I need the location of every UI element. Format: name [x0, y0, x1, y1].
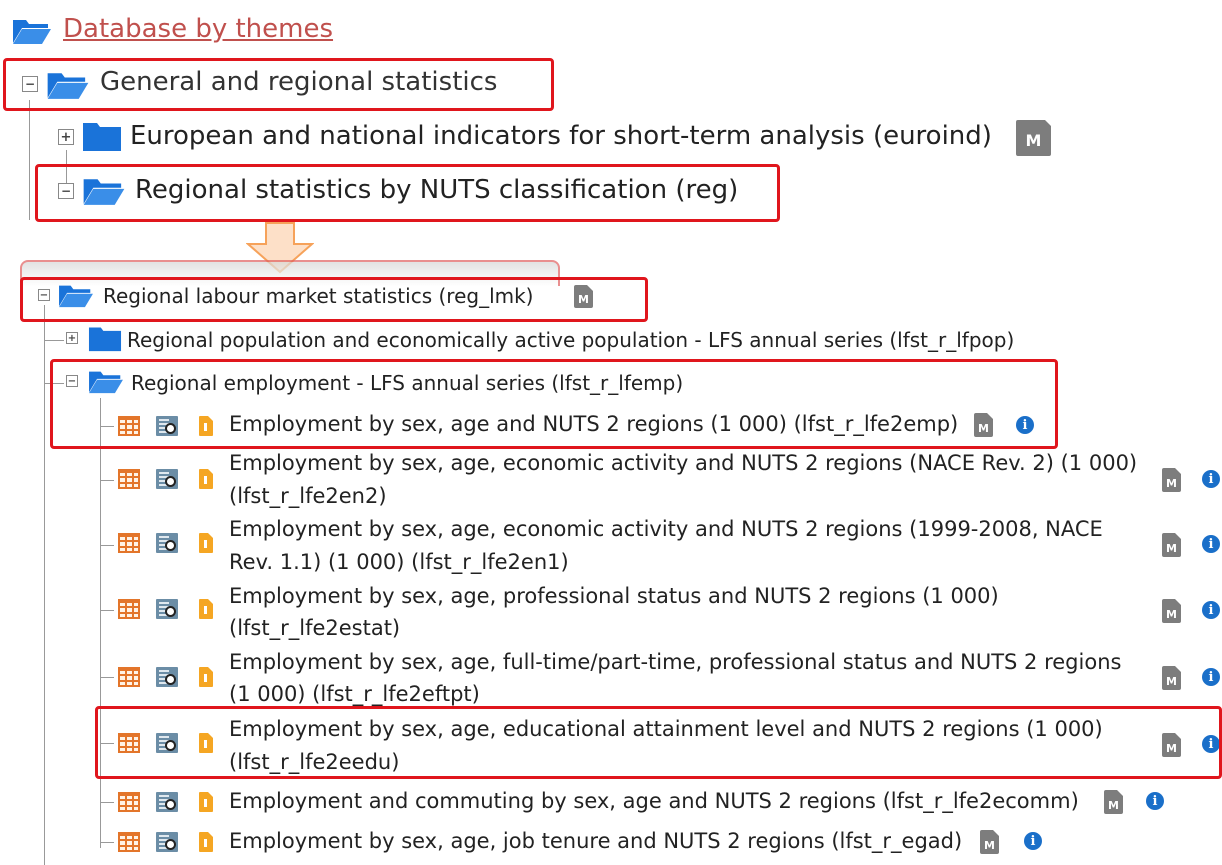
highlight-reg	[35, 164, 780, 222]
folder-icon	[88, 325, 122, 356]
table-icon[interactable]	[118, 792, 140, 812]
dataset-label[interactable]: Employment by sex, age, professional sta…	[229, 584, 999, 608]
metadata-icon[interactable]: M	[1162, 599, 1181, 623]
expand-toggle-icon[interactable]: +	[58, 129, 74, 145]
pdf-icon[interactable]	[199, 533, 213, 553]
dataset-label[interactable]: Employment by sex, age, job tenure and N…	[229, 829, 962, 853]
dataset-label[interactable]: Employment by sex, age, full-time/part-t…	[229, 650, 1121, 674]
table-icon[interactable]	[118, 469, 140, 489]
dataset-code: (lfst_r_lfe2en2)	[229, 484, 387, 508]
tree-line	[100, 398, 101, 848]
database-by-themes-link[interactable]: Database by themes	[63, 14, 333, 44]
metadata-icon[interactable]: M	[1016, 120, 1051, 156]
data-explorer-icon[interactable]	[156, 599, 178, 619]
dataset-code: Rev. 1.1) (1 000) (lfst_r_lfe2en1)	[229, 550, 569, 574]
tree-line	[44, 340, 64, 341]
highlight-lfemp	[50, 359, 1058, 449]
highlight-lfe2eedu	[95, 706, 1222, 779]
tree-line	[100, 677, 114, 678]
table-icon[interactable]	[118, 832, 140, 852]
data-explorer-icon[interactable]	[156, 469, 178, 489]
open-folder-icon	[12, 17, 52, 49]
tree-node-euroind-label[interactable]: European and national indicators for sho…	[130, 121, 992, 151]
data-explorer-icon[interactable]	[156, 667, 178, 687]
highlight-general	[3, 58, 554, 111]
metadata-icon[interactable]: M	[1162, 533, 1181, 557]
tree-line	[100, 802, 114, 803]
dataset-label[interactable]: Employment by sex, age, economic activit…	[229, 451, 1137, 475]
table-icon[interactable]	[118, 667, 140, 687]
data-explorer-icon[interactable]	[156, 792, 178, 812]
highlight-reg-lmk	[20, 277, 648, 322]
data-explorer-icon[interactable]	[156, 533, 178, 553]
folder-icon	[82, 120, 122, 156]
pdf-icon[interactable]	[199, 469, 213, 489]
info-icon[interactable]: i	[1024, 832, 1042, 850]
pdf-icon[interactable]	[199, 667, 213, 687]
tree-line	[100, 842, 114, 843]
expand-toggle-icon[interactable]: +	[66, 332, 78, 344]
pdf-icon[interactable]	[199, 832, 213, 852]
info-icon[interactable]: i	[1202, 470, 1220, 488]
tree-line	[44, 305, 45, 865]
dataset-code: (lfst_r_lfe2estat)	[229, 616, 401, 640]
tree-line	[100, 545, 114, 546]
pdf-icon[interactable]	[199, 599, 213, 619]
pdf-icon[interactable]	[199, 792, 213, 812]
table-icon[interactable]	[118, 533, 140, 553]
dataset-label[interactable]: Employment by sex, age, economic activit…	[229, 517, 1103, 541]
data-explorer-icon[interactable]	[156, 832, 178, 852]
metadata-icon[interactable]: M	[1104, 790, 1123, 814]
dataset-label[interactable]: Employment and commuting by sex, age and…	[229, 789, 1079, 813]
info-icon[interactable]: i	[1202, 535, 1220, 553]
tree-line	[100, 480, 114, 481]
tree-node-lfpop-label[interactable]: Regional population and economically act…	[127, 328, 1014, 352]
tree-line	[29, 100, 30, 220]
tree-line	[100, 610, 114, 611]
dataset-code: (1 000) (lfst_r_lfe2eftpt)	[229, 682, 480, 706]
info-icon[interactable]: i	[1146, 792, 1164, 810]
info-icon[interactable]: i	[1202, 668, 1220, 686]
table-icon[interactable]	[118, 599, 140, 619]
metadata-icon[interactable]: M	[1162, 666, 1181, 690]
metadata-icon[interactable]: M	[1162, 468, 1181, 492]
info-icon[interactable]: i	[1202, 601, 1220, 619]
metadata-icon[interactable]: M	[980, 830, 999, 854]
